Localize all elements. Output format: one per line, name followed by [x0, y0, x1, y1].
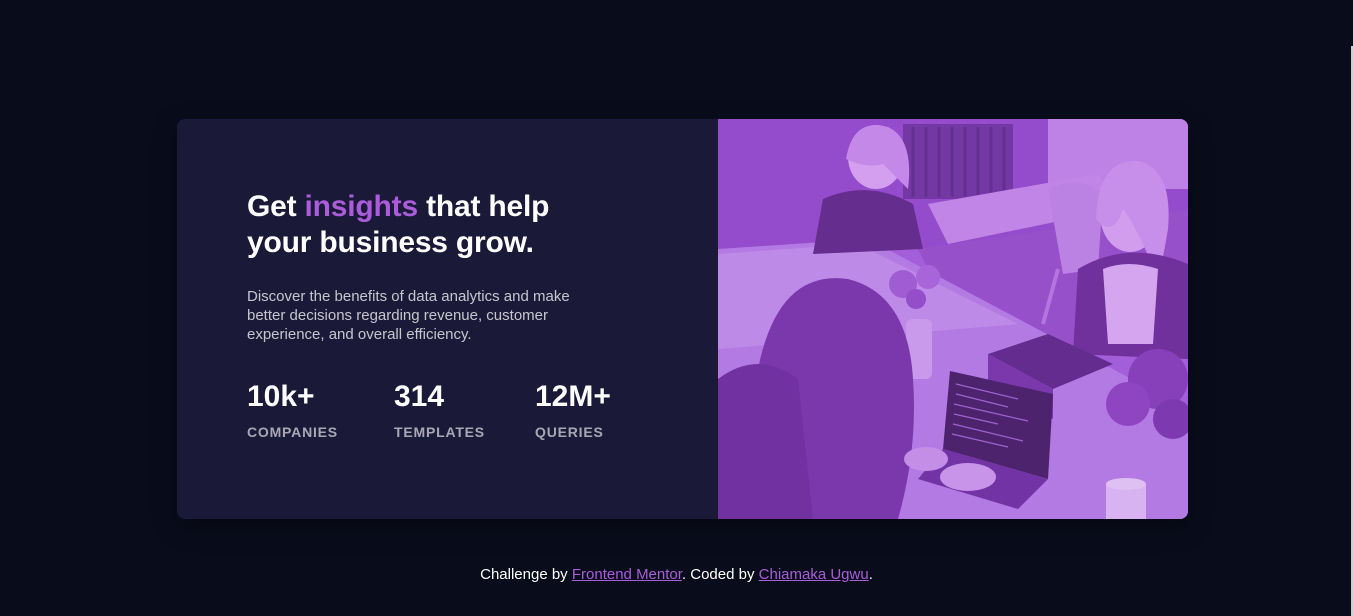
stat-companies: 10k+ COMPANIES [247, 380, 394, 440]
footer-middle: . Coded by [681, 566, 759, 583]
stat-templates: 314 TEMPLATES [394, 380, 535, 440]
stats-preview-card: Get insights that help your business gro… [177, 119, 1188, 519]
stat-label: COMPANIES [247, 424, 338, 440]
card-content: Get insights that help your business gro… [177, 119, 718, 519]
stats-row: 10k+ COMPANIES 314 TEMPLATES 12M+ QUERIE… [247, 380, 718, 440]
page: Get insights that help your business gro… [0, 0, 1353, 616]
stat-label: TEMPLATES [394, 424, 485, 440]
header-image [718, 119, 1188, 519]
heading-prefix: Get [247, 190, 305, 223]
card-description: Discover the benefits of data analytics … [247, 288, 570, 343]
attribution-footer: Challenge by Frontend Mentor. Coded by C… [0, 566, 1353, 583]
stat-label: QUERIES [535, 424, 604, 440]
heading-accent-word: insights [304, 190, 419, 223]
author-link[interactable]: Chiamaka Ugwu [759, 566, 869, 583]
stat-value: 314 [394, 380, 445, 413]
office-team-illustration [718, 119, 1188, 519]
stat-queries: 12M+ QUERIES [535, 380, 655, 440]
footer-prefix: Challenge by [480, 566, 572, 583]
stat-value: 12M+ [535, 380, 611, 413]
footer-suffix: . [868, 566, 873, 583]
card-heading: Get insights that help your business gro… [247, 189, 607, 261]
stat-value: 10k+ [247, 380, 315, 413]
frontend-mentor-link[interactable]: Frontend Mentor [572, 566, 682, 583]
